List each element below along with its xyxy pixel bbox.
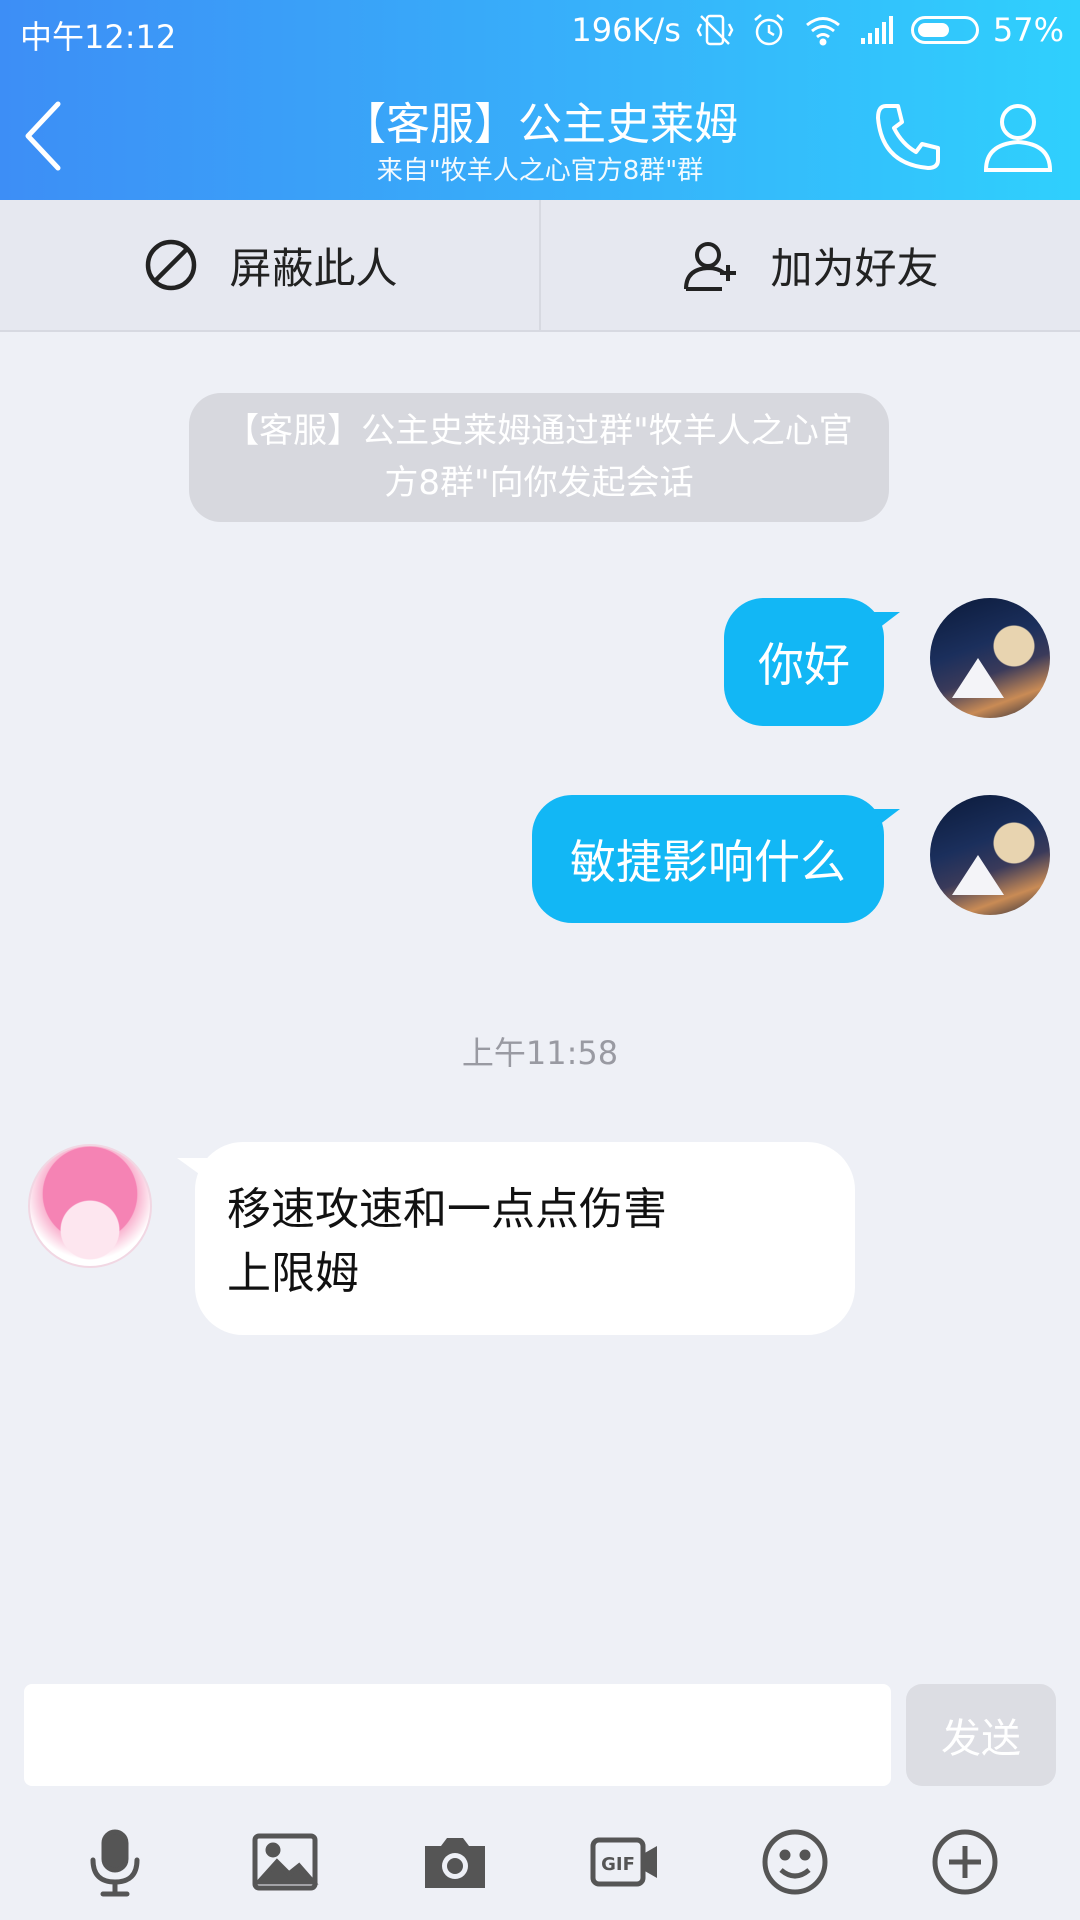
- wifi-icon: [805, 17, 840, 46]
- chat-header: 中午12:12 196K/s 57% 【客服】公主史莱姆 来自"牧羊人之心官方8…: [0, 0, 1080, 200]
- incoming-message-line: 移速攻速和一点点伤害: [227, 1184, 667, 1235]
- status-icons: 196K/s 57%: [571, 10, 1064, 50]
- incoming-message[interactable]: 移速攻速和一点点伤害 上限姆: [177, 1142, 855, 1335]
- block-icon: [146, 239, 197, 291]
- emoji-icon: [762, 1829, 828, 1895]
- add-friend-icon: [684, 242, 737, 291]
- incoming-message-line: 上限姆: [227, 1248, 359, 1299]
- image-button[interactable]: [245, 1822, 325, 1902]
- message-input[interactable]: [24, 1684, 891, 1786]
- send-button[interactable]: 发送: [906, 1684, 1056, 1786]
- my-avatar[interactable]: [930, 598, 1050, 718]
- plus-icon: [932, 1829, 998, 1895]
- profile-icon[interactable]: [978, 96, 1058, 176]
- input-toolbar: GIF: [0, 1816, 1080, 1908]
- phone-icon[interactable]: [868, 96, 948, 176]
- outgoing-message[interactable]: 敏捷影响什么: [532, 795, 900, 923]
- microphone-icon: [90, 1829, 140, 1897]
- add-friend-button[interactable]: 加为好友: [539, 200, 1080, 330]
- message-timestamp: 上午11:58: [461, 1034, 619, 1072]
- status-bar: 中午12:12 196K/s 57%: [0, 0, 1080, 60]
- image-icon: [252, 1833, 319, 1891]
- alarm-icon: [754, 14, 784, 46]
- camera-button[interactable]: [415, 1822, 495, 1902]
- more-button[interactable]: [925, 1822, 1005, 1902]
- signal-icon: [860, 16, 893, 44]
- page-title: 【客服】公主史莱姆: [342, 99, 738, 150]
- block-user-button[interactable]: 屏蔽此人: [0, 200, 539, 330]
- camera-icon: [425, 1838, 485, 1888]
- system-notice: 【客服】公主史莱姆通过群"牧羊人之心官方8群"向你发起会话: [189, 393, 889, 522]
- block-user-label: 屏蔽此人: [229, 243, 398, 293]
- my-avatar[interactable]: [930, 795, 1050, 915]
- network-speed: 196K/s: [571, 11, 681, 49]
- vibrate-off-icon: [696, 14, 734, 46]
- gif-icon: GIF: [590, 1837, 657, 1887]
- back-icon[interactable]: [14, 96, 74, 176]
- emoji-button[interactable]: [755, 1822, 835, 1902]
- voice-button[interactable]: [75, 1822, 155, 1902]
- gif-button[interactable]: GIF: [585, 1822, 665, 1902]
- status-time: 中午12:12: [20, 18, 177, 56]
- contact-avatar[interactable]: [28, 1144, 152, 1268]
- battery-percent: 57%: [992, 11, 1064, 49]
- battery-icon: [910, 16, 979, 44]
- action-row: 屏蔽此人 加为好友: [0, 200, 1080, 332]
- add-friend-label: 加为好友: [770, 243, 939, 293]
- outgoing-message[interactable]: 你好: [724, 598, 900, 726]
- svg-text:GIF: GIF: [601, 1854, 635, 1875]
- battery-fill: [917, 23, 949, 37]
- page-subtitle: 来自"牧羊人之心官方8群"群: [376, 156, 704, 186]
